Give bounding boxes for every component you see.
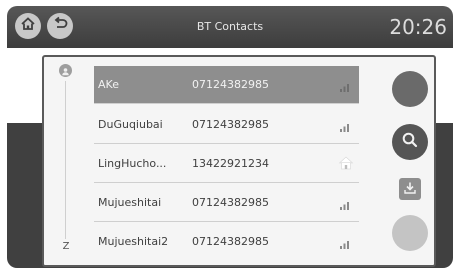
signal-icon: [339, 78, 351, 92]
signal-icon: [339, 235, 351, 249]
signal-icon: [339, 196, 351, 210]
row-divider: [94, 221, 359, 222]
contact-name: Mujueshitai: [98, 196, 162, 209]
contact-name: Mujueshitai2: [98, 235, 169, 248]
clock: 20:26: [389, 15, 447, 39]
user-icon: [61, 61, 70, 80]
download-button[interactable]: [399, 178, 421, 200]
row-divider: [94, 103, 359, 104]
download-icon: [403, 180, 417, 199]
row-divider: [94, 143, 359, 144]
row-divider: [94, 182, 359, 183]
contact-number: 07124382985: [192, 118, 269, 131]
search-button[interactable]: [392, 124, 428, 160]
page-title: BT Contacts: [196, 20, 264, 33]
contact-row[interactable]: Mujueshitai2 07124382985: [94, 223, 359, 260]
call-button[interactable]: [392, 71, 428, 107]
search-icon: [401, 131, 419, 153]
alphabet-index-letter[interactable]: Z: [59, 241, 73, 252]
contact-name: AKe: [98, 78, 119, 91]
contacts-panel: Z AKe 07124382985 DuGuqiubai 07124382985: [42, 55, 436, 267]
delete-button[interactable]: [392, 215, 428, 251]
contact-row[interactable]: AKe 07124382985: [94, 66, 359, 103]
alphabet-index-track[interactable]: [65, 81, 66, 239]
contact-number: 07124382985: [192, 235, 269, 248]
contact-name: DuGuqiubai: [98, 118, 163, 131]
contact-row[interactable]: DuGuqiubai 07124382985: [94, 106, 359, 143]
contact-name: LingHucho...: [98, 157, 167, 170]
contact-row[interactable]: LingHucho... 13422921234: [94, 145, 359, 182]
contact-number: 13422921234: [192, 157, 269, 170]
contact-number: 07124382985: [192, 78, 269, 91]
home-icon: [338, 155, 354, 171]
signal-icon: [339, 118, 351, 132]
contact-row[interactable]: Mujueshitai 07124382985: [94, 184, 359, 221]
screen: BT Contacts 20:26 Z AKe 07124382985 DuGu…: [7, 6, 453, 268]
alphabet-index-top[interactable]: [59, 64, 72, 77]
contact-number: 07124382985: [192, 196, 269, 209]
